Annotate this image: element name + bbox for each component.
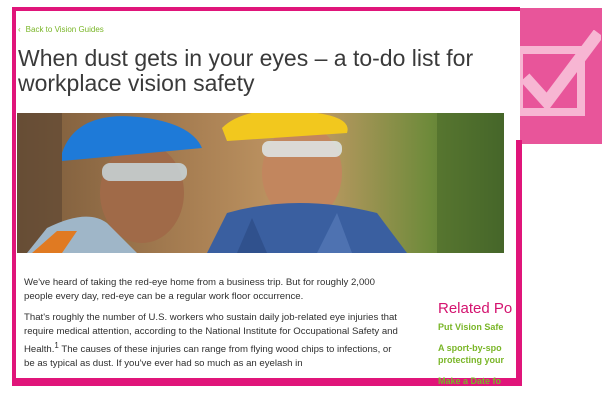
article-title-line1: When dust gets in your eyes – a to-do li… (18, 45, 474, 71)
related-post-link[interactable]: Put Vision Safe (438, 321, 518, 333)
related-posts-heading: Related Po (438, 300, 513, 317)
article-body: We've heard of taking the red-eye home f… (24, 276, 404, 378)
article-title: When dust gets in your eyes – a to-do li… (18, 46, 518, 96)
back-to-vision-guides-link[interactable]: ‹ Back to Vision Guides (18, 25, 104, 34)
related-posts-sidebar: Related Po Put Vision Safe A sport-by-sp… (438, 300, 518, 396)
checkmark-icon (515, 30, 601, 116)
related-post-link-line: protecting your (438, 355, 505, 365)
paragraph-text: The causes of these injuries can range f… (24, 344, 392, 370)
article-paragraph: That's roughly the number of U.S. worker… (24, 311, 404, 371)
back-link-label: Back to Vision Guides (25, 25, 104, 34)
related-post-link[interactable]: Make a Date fo (438, 375, 518, 387)
hero-image-workers-safety-glasses (17, 113, 504, 253)
article-paragraph: We've heard of taking the red-eye home f… (24, 277, 375, 302)
related-post-link[interactable]: A sport-by-spo protecting your (438, 342, 518, 366)
chevron-left-icon: ‹ (18, 25, 21, 34)
related-post-link-line: A sport-by-spo (438, 343, 502, 353)
article-title-line2: workplace vision safety (18, 70, 255, 96)
